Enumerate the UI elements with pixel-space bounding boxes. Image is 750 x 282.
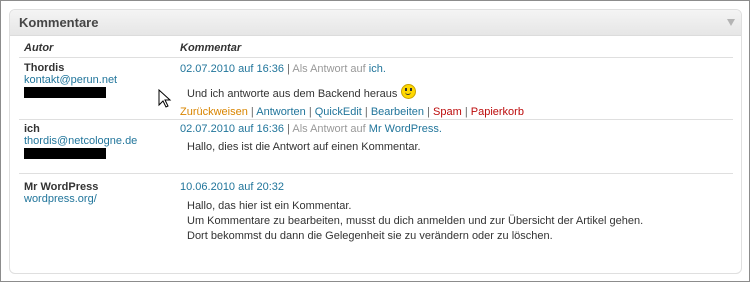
row-divider xyxy=(19,173,733,174)
redacted-block xyxy=(24,148,106,159)
author-name: Mr WordPress xyxy=(24,181,99,193)
comment-body: Hallo, dies ist die Antwort auf einen Ko… xyxy=(187,141,421,153)
comment-date-link[interactable]: 02.07.2010 auf 16:36 xyxy=(180,63,284,75)
column-header-author: Autor xyxy=(24,42,54,54)
spam-link[interactable]: Spam xyxy=(433,106,462,118)
reply-to-link[interactable]: Mr WordPress. xyxy=(369,123,442,135)
comment-meta: 02.07.2010 auf 16:36 | Als Antwort auf M… xyxy=(180,123,442,135)
author-email-link[interactable]: kontakt@perun.net xyxy=(24,74,117,86)
reply-prefix: Als Antwort auf xyxy=(292,63,369,75)
comment-body: Und ich antworte aus dem Backend heraus xyxy=(187,88,398,100)
comment-text: Und ich antworte aus dem Backend heraus xyxy=(187,84,417,102)
smiley-icon xyxy=(401,84,417,99)
quickedit-link[interactable]: QuickEdit xyxy=(315,106,362,118)
comment-author-cell: Mr WordPress wordpress.org/ xyxy=(24,181,98,205)
collapse-toggle-icon[interactable] xyxy=(727,19,735,26)
comment-meta: 02.07.2010 auf 16:36 | Als Antwort auf i… xyxy=(180,63,386,75)
redacted-block xyxy=(24,87,106,98)
comment-line: Um Kommentare zu bearbeiten, musst du di… xyxy=(187,215,644,227)
author-email-link[interactable]: thordis@netcologne.de xyxy=(24,135,137,147)
author-website-link[interactable]: wordpress.org/ xyxy=(24,193,98,205)
comment-date-link[interactable]: 02.07.2010 auf 16:36 xyxy=(180,123,284,135)
edit-link[interactable]: Bearbeiten xyxy=(371,106,424,118)
author-name: ich xyxy=(24,123,40,135)
comments-widget: Kommentare Autor Kommentar Thordis konta… xyxy=(9,9,742,274)
comment-line: Hallo, das hier ist ein Kommentar. xyxy=(187,200,352,212)
row-divider xyxy=(19,119,733,120)
widget-header[interactable]: Kommentare xyxy=(10,10,741,36)
reply-to-link[interactable]: ich. xyxy=(369,63,386,75)
reject-link[interactable]: Zurückweisen xyxy=(180,106,248,118)
author-name: Thordis xyxy=(24,62,65,74)
trash-link[interactable]: Papierkorb xyxy=(471,106,524,118)
reply-link[interactable]: Antworten xyxy=(256,106,306,118)
comment-author-cell: Thordis kontakt@perun.net xyxy=(24,62,117,98)
comment-text: Hallo, das hier ist ein Kommentar. Um Ko… xyxy=(187,199,643,244)
comment-author-cell: ich thordis@netcologne.de xyxy=(24,123,137,159)
comment-meta: 10.06.2010 auf 20:32 xyxy=(180,181,284,193)
column-header-comment: Kommentar xyxy=(180,42,242,54)
comment-text: Hallo, dies ist die Antwort auf einen Ko… xyxy=(187,140,421,155)
mouse-pointer-icon xyxy=(158,89,172,108)
widget-title: Kommentare xyxy=(19,15,99,30)
header-divider xyxy=(19,57,733,58)
comment-date-link[interactable]: 10.06.2010 auf 20:32 xyxy=(180,181,284,193)
comment-line: Dort bekommst du dann die Gelegenheit si… xyxy=(187,230,553,242)
comment-actions: Zurückweisen | Antworten | QuickEdit | B… xyxy=(180,106,524,118)
reply-prefix: Als Antwort auf xyxy=(292,123,369,135)
